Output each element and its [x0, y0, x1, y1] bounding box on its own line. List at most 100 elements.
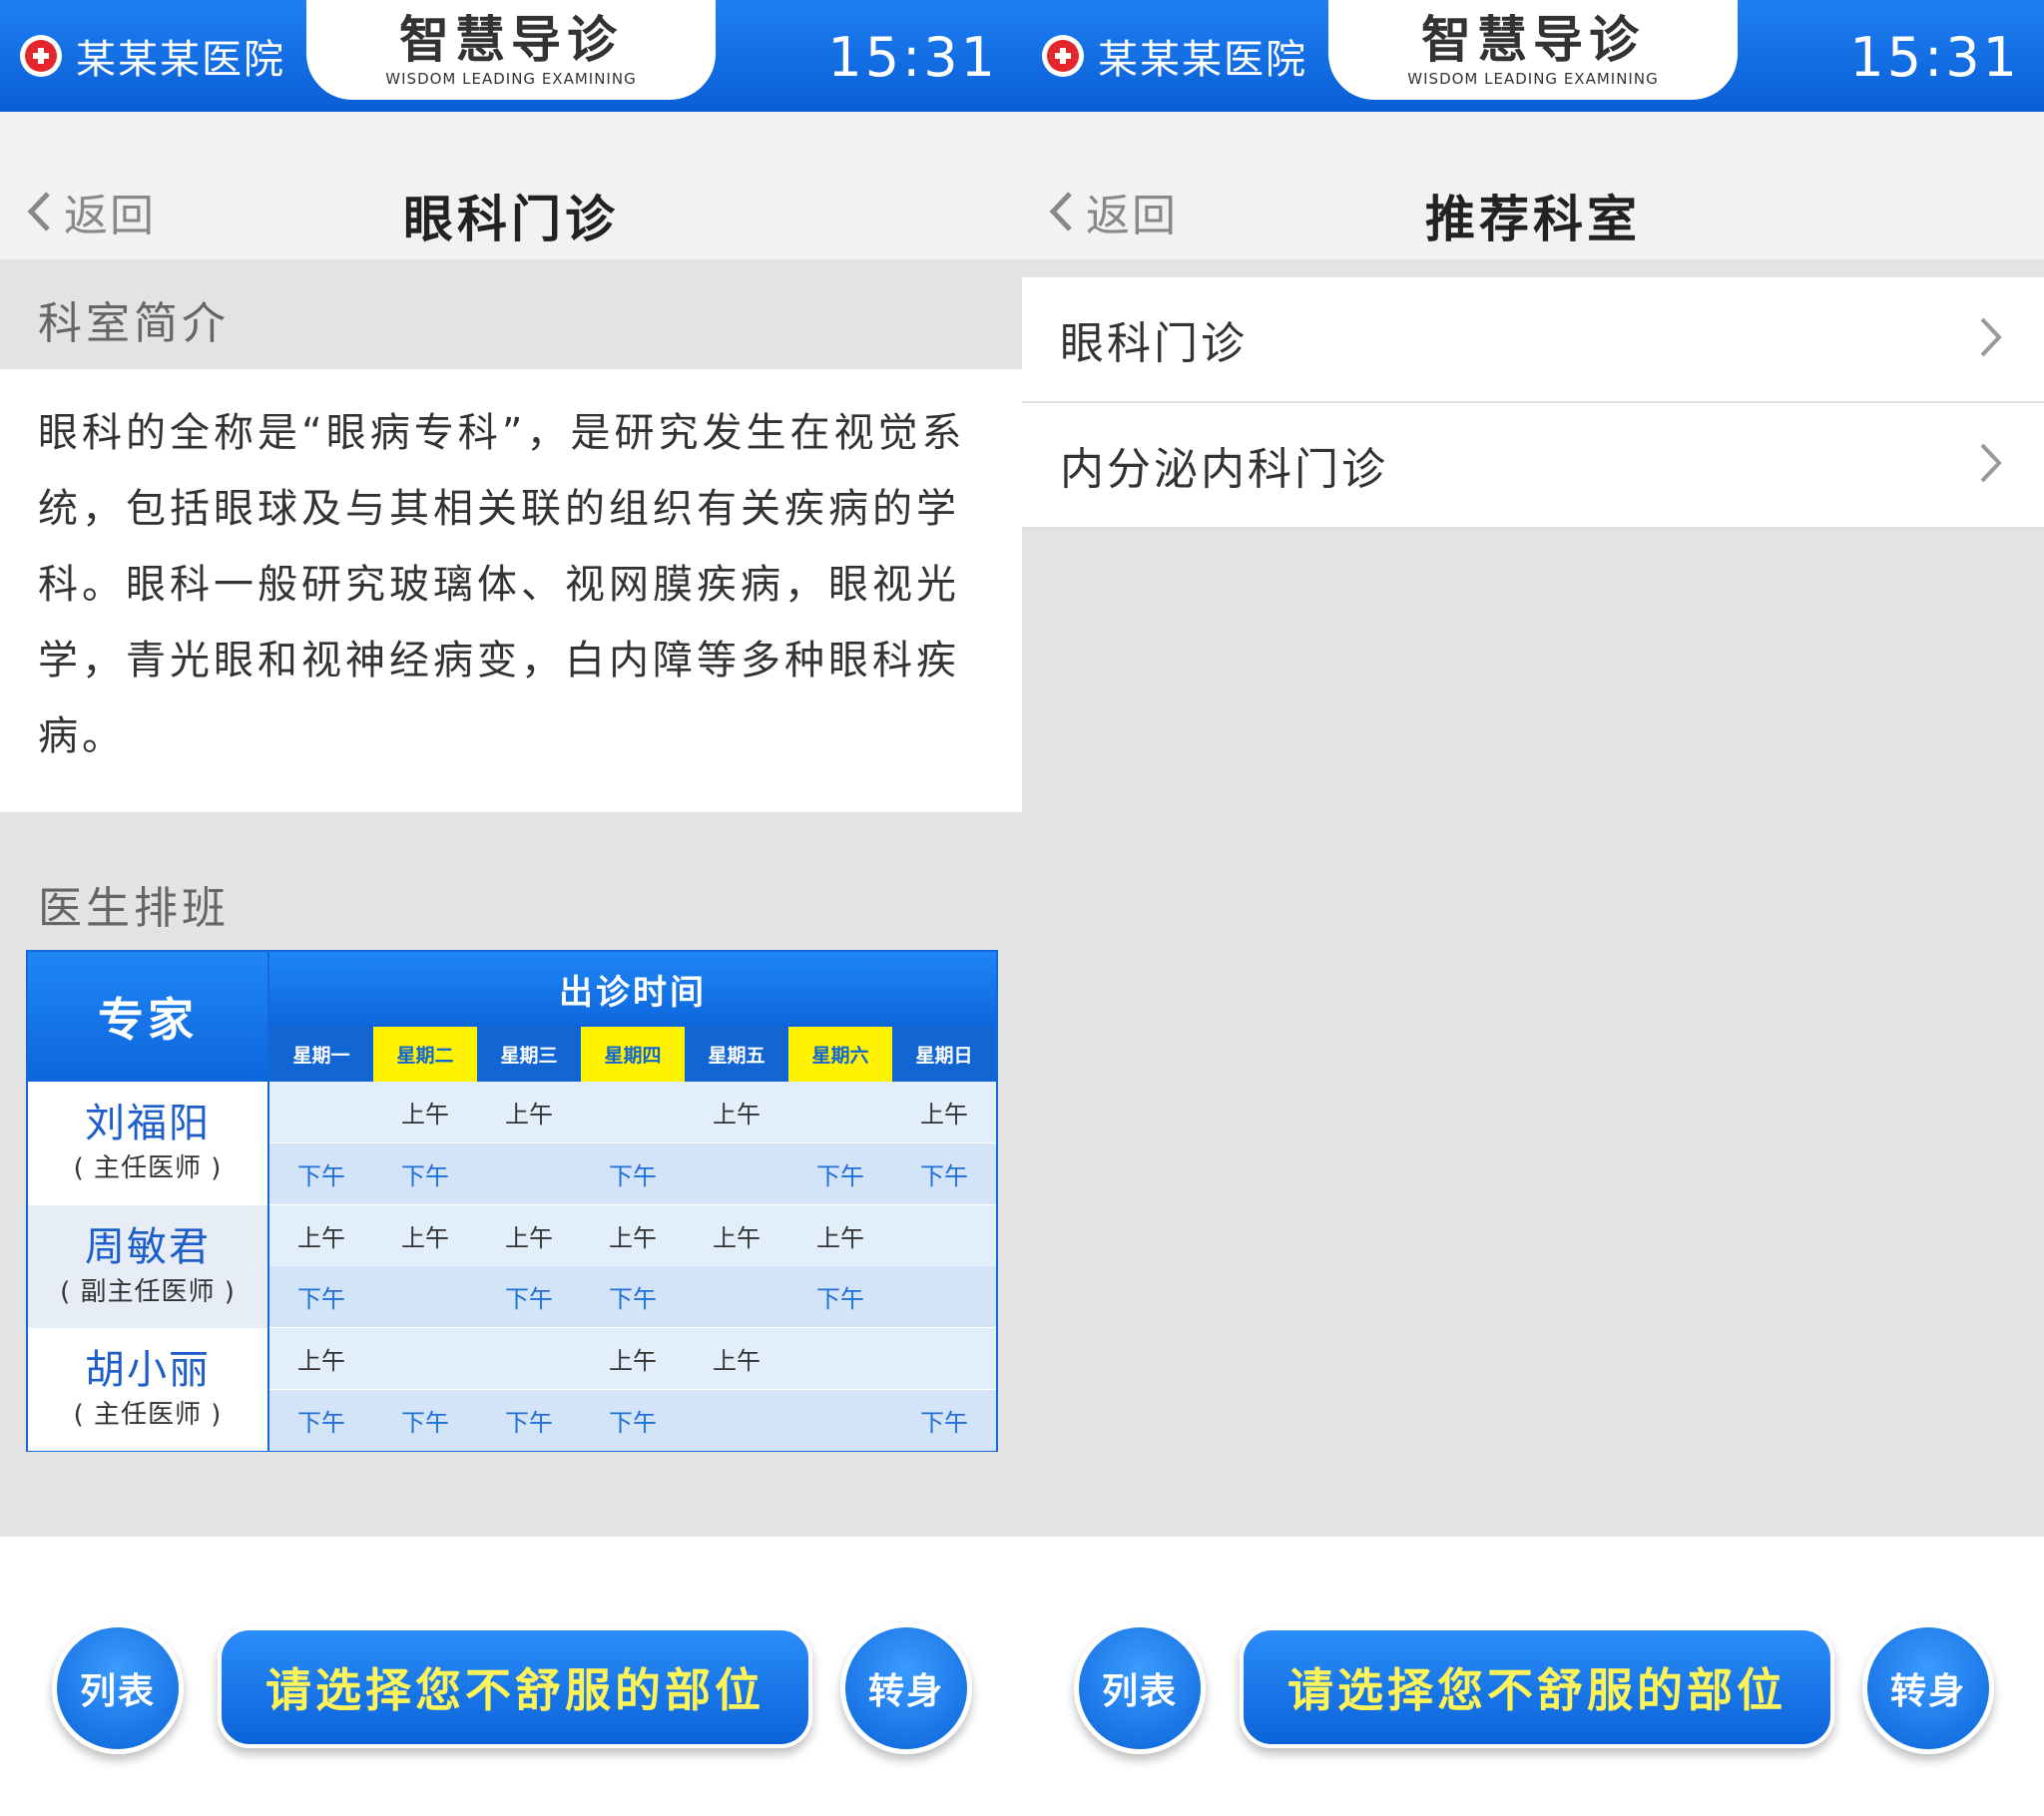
hospital-name: 某某某医院: [76, 37, 285, 83]
hospital-brand: 某某某医院: [20, 30, 285, 83]
doctor-cell: 胡小丽 ( 主任医师 ): [28, 1328, 267, 1451]
schedule-slot: [373, 1328, 477, 1389]
nav-bar: 返回 眼科门诊: [0, 112, 1022, 259]
doctor-title: ( 主任医师 ): [73, 1153, 223, 1183]
schedule-slot: 上午: [713, 1223, 761, 1252]
select-body-part-button[interactable]: 请选择您不舒服的部位: [1240, 1626, 1834, 1748]
list-button[interactable]: 列表: [1074, 1622, 1206, 1754]
schedule-slot: [788, 1082, 892, 1142]
schedule-slot: 上午: [609, 1223, 657, 1252]
department-list: 眼科门诊 内分泌内科门诊: [1022, 277, 2044, 529]
select-body-part-button[interactable]: 请选择您不舒服的部位: [218, 1626, 812, 1748]
intro-section-header: 科室简介: [0, 259, 1022, 369]
app-title-tab: 智慧导诊 WISDOM LEADING EXAMINING: [306, 0, 716, 100]
doctor-name: 胡小丽: [85, 1347, 211, 1393]
schedule-slot: [269, 1082, 373, 1142]
app-title: 智慧导诊: [1421, 11, 1645, 69]
schedule-slot: 下午: [920, 1161, 968, 1190]
schedule-slot: 下午: [297, 1408, 345, 1437]
schedule-slot: 下午: [609, 1161, 657, 1190]
schedule-slot: [685, 1390, 788, 1451]
schedule-row-pm: 下午 下午 下午 下午 下午: [269, 1389, 996, 1451]
hospital-name: 某某某医院: [1098, 37, 1307, 83]
app-subtitle: WISDOM LEADING EXAMINING: [385, 70, 637, 88]
schedule-slot: [477, 1143, 581, 1204]
page-title: 眼科门诊: [403, 191, 619, 248]
schedule-slot: 上午: [713, 1347, 761, 1375]
list-item[interactable]: 内分泌内科门诊: [1022, 403, 2044, 529]
weekday-header-cell: 星期五: [685, 1027, 788, 1082]
recommended-department-screen: 某某某医院 智慧导诊 WISDOM LEADING EXAMINING 15:3…: [1022, 0, 2044, 1816]
schedule-row-pm: 下午 下午 下午 下午: [269, 1266, 996, 1327]
schedule-slot: 上午: [920, 1101, 968, 1129]
schedule-slot: 上午: [401, 1223, 449, 1252]
schedule-slot: 上午: [816, 1223, 864, 1252]
bottom-bar: 列表 请选择您不舒服的部位 转身: [1022, 1537, 2044, 1816]
doctor-schedule-table: 专家 出诊时间 星期一 星期二 星期三 星期四 星期五 星期六 星期日 刘福阳 ( 主任医师 …: [26, 950, 998, 1452]
schedule-slot: [892, 1266, 996, 1327]
schedule-slot: 下午: [920, 1408, 968, 1437]
app-title-tab: 智慧导诊 WISDOM LEADING EXAMINING: [1328, 0, 1738, 100]
schedule-slot: 上午: [505, 1101, 553, 1129]
schedule-slot: [788, 1390, 892, 1451]
list-button[interactable]: 列表: [52, 1622, 184, 1754]
schedule-slot: 上午: [505, 1223, 553, 1252]
schedule-slot: 下午: [297, 1161, 345, 1190]
turn-button[interactable]: 转身: [840, 1622, 972, 1754]
chevron-right-icon: [1980, 317, 2002, 357]
schedule-row-pm: 下午 下午 下午 下午 下午: [269, 1142, 996, 1204]
schedule-slot: [477, 1328, 581, 1389]
weekday-header-cell: 星期六: [788, 1027, 892, 1082]
schedule-slot: 下午: [401, 1161, 449, 1190]
schedule-slot: [581, 1082, 685, 1142]
schedule-slot: 上午: [609, 1347, 657, 1375]
schedule-slot: 下午: [505, 1285, 553, 1313]
schedule-slot: 下午: [816, 1161, 864, 1190]
schedule-slot: 下午: [401, 1408, 449, 1437]
app-header: 某某某医院 智慧导诊 WISDOM LEADING EXAMINING 15:3…: [0, 0, 1022, 112]
schedule-row-am: 上午 上午 上午: [269, 1328, 996, 1389]
doctor-title: ( 主任医师 ): [73, 1400, 223, 1430]
hospital-brand: 某某某医院: [1042, 30, 1307, 83]
schedule-heading: 医生排班: [38, 883, 230, 934]
weekday-header-cell: 星期日: [892, 1027, 996, 1082]
schedule-slot: 下午: [297, 1285, 345, 1313]
hospital-plus-icon: [1042, 35, 1084, 77]
department-detail-screen: 某某某医院 智慧导诊 WISDOM LEADING EXAMINING 15:3…: [0, 0, 1022, 1816]
app-subtitle: WISDOM LEADING EXAMINING: [1407, 70, 1659, 88]
expert-column-header: 专家: [28, 952, 267, 1082]
schedule-slot: [373, 1266, 477, 1327]
clock: 15:31: [827, 26, 998, 89]
schedule-slot: [685, 1143, 788, 1204]
chevron-right-icon: [1980, 443, 2002, 483]
weekday-header-cell: 星期三: [477, 1027, 581, 1082]
weekday-header-cell: 星期二: [373, 1027, 477, 1082]
weekday-header-cell: 星期四: [581, 1027, 685, 1082]
schedule-slot: [892, 1205, 996, 1266]
doctor-title: ( 副主任医师 ): [60, 1276, 236, 1307]
nav-bar: 返回 推荐科室: [1022, 112, 2044, 259]
hospital-plus-icon: [20, 35, 62, 77]
schedule-slot: 下午: [609, 1408, 657, 1437]
turn-button[interactable]: 转身: [1862, 1622, 1994, 1754]
doctor-name: 刘福阳: [85, 1101, 211, 1146]
intro-body: 眼科的全称是“眼病专科”，是研究发生在视觉系统，包括眼球及与其相关联的组织有关疾…: [0, 369, 1022, 812]
schedule-slot: [892, 1328, 996, 1389]
app-title: 智慧导诊: [399, 11, 623, 69]
schedule-slot: 下午: [609, 1285, 657, 1313]
schedule-slot: 上午: [401, 1101, 449, 1129]
schedule-slot: 下午: [816, 1285, 864, 1313]
schedule-slot: 上午: [297, 1347, 345, 1375]
list-item[interactable]: 眼科门诊: [1022, 277, 2044, 403]
weekday-header-cell: 星期一: [269, 1027, 373, 1082]
doctor-cell: 刘福阳 ( 主任医师 ): [28, 1082, 267, 1204]
schedule-slot: 上午: [297, 1223, 345, 1252]
schedule-row-am: 上午 上午 上午 上午: [269, 1082, 996, 1142]
time-column-header: 出诊时间: [269, 952, 996, 1027]
doctor-cell: 周敏君 ( 副主任医师 ): [28, 1204, 267, 1328]
schedule-slot: [788, 1328, 892, 1389]
intro-heading: 科室简介: [38, 298, 230, 349]
page-title: 推荐科室: [1425, 191, 1641, 248]
app-header: 某某某医院 智慧导诊 WISDOM LEADING EXAMINING 15:3…: [1022, 0, 2044, 112]
clock: 15:31: [1849, 26, 2020, 89]
